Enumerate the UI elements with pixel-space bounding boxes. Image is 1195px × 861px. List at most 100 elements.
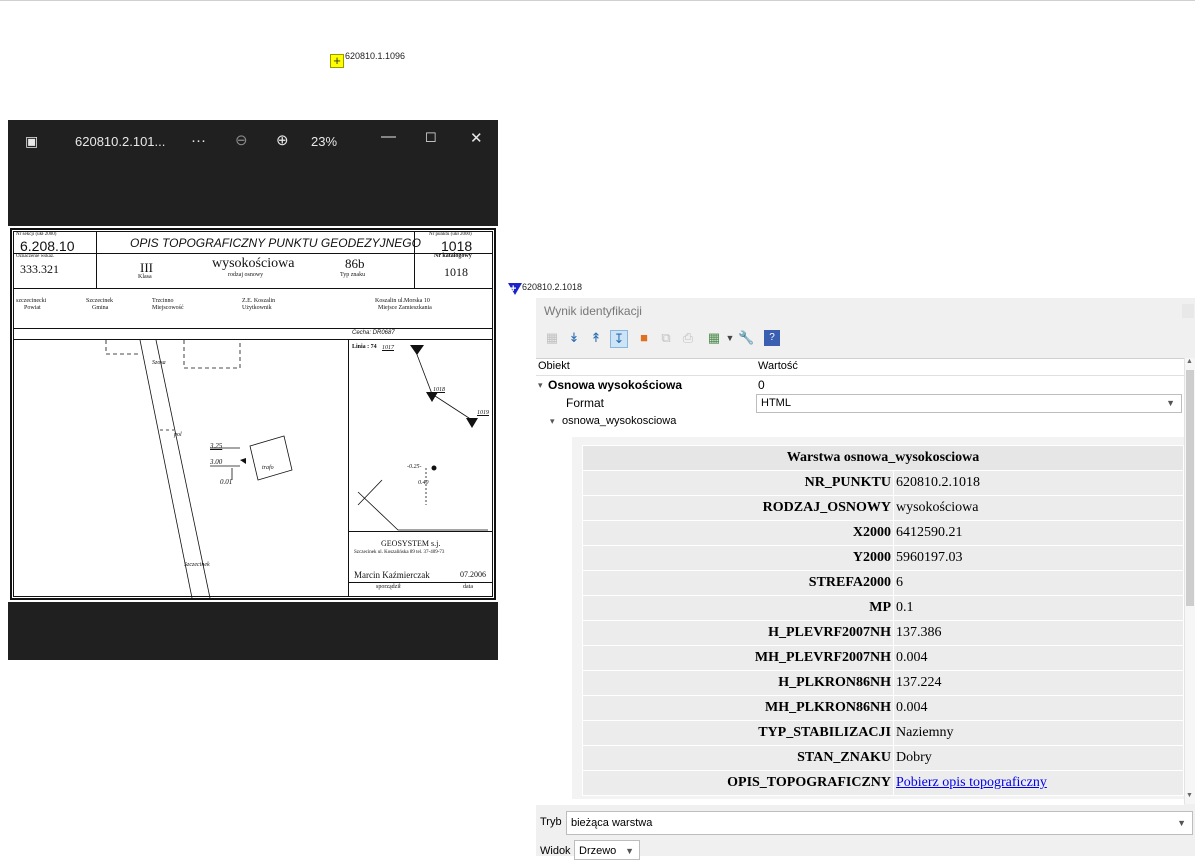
col-value-header[interactable]: Wartość xyxy=(758,360,798,372)
feature-row[interactable]: ▾ osnowa_wysokosciowa xyxy=(536,412,1184,431)
nr-katalog: 1018 xyxy=(444,265,468,279)
oznaczenie: 333.321 xyxy=(20,262,59,276)
attr-key: RODZAJ_OSNOWY xyxy=(582,495,894,521)
doc-line xyxy=(96,232,97,288)
map-point-label-1: 620810.1.1096 xyxy=(345,51,406,61)
table-row: MH_PLEVRF2007NH 0.004 xyxy=(582,645,1184,671)
identify-results-panel: Wynik identyfikacji ▦ ↡ ↟ ↧ ■ ⧉ ⎙ ▦ ▼ 🔧 … xyxy=(536,298,1195,860)
tree-header: Obiekt Wartość xyxy=(536,359,1184,376)
mode-select[interactable]: bieżąca warstwa ▼ xyxy=(566,811,1193,835)
sketch-dim1: 3.25 xyxy=(210,442,223,450)
zoom-level: 23% xyxy=(311,134,338,149)
feature-html-view: Warstwa osnowa_wysokosciowa NR_PUNKTU 620… xyxy=(572,437,1184,799)
chevron-down-icon: ▼ xyxy=(625,846,634,856)
chevron-down-icon: ▼ xyxy=(1166,398,1175,408)
attr-value: wysokościowa xyxy=(893,495,1184,521)
adres: Koszalin ul.Morska 10 xyxy=(375,298,430,304)
attr-key: H_PLKRON86NH xyxy=(582,670,894,696)
klasa-caption: Klasa xyxy=(138,274,152,280)
miejscowosc: Trzcinno xyxy=(152,298,174,304)
clear-results-icon[interactable]: ■ xyxy=(636,330,652,346)
scroll-down-icon[interactable]: ▼ xyxy=(1186,792,1193,799)
sketch-dim3: 0.01 xyxy=(220,478,233,486)
format-value: HTML xyxy=(761,397,791,409)
image-viewer-window: ▣ 620810.2.101... ··· ⊖ ⊕ 23% — ☐ ✕ Nr s… xyxy=(8,120,498,660)
table-row: NR_PUNKTU 620810.2.1018 xyxy=(582,470,1184,496)
attribute-table: Warstwa osnowa_wysokosciowa NR_PUNKTU 620… xyxy=(582,445,1184,796)
settings-wrench-icon[interactable]: 🔧 xyxy=(738,330,754,346)
attr-key: NR_PUNKTU xyxy=(582,470,894,496)
photos-app-icon: ▣ xyxy=(25,133,39,149)
gmina-caption: Gmina xyxy=(92,305,109,311)
view-value: Drzewo xyxy=(579,845,617,857)
doc-line xyxy=(14,253,492,254)
powiat: szczecinecki xyxy=(16,298,47,304)
more-options-button[interactable]: ··· xyxy=(191,132,206,149)
table-row: MP 0.1 xyxy=(582,595,1184,621)
map-point-label-2: 620810.2.1018 xyxy=(522,282,583,292)
maximize-icon[interactable]: ☐ xyxy=(425,130,437,146)
oznaczenie-caption: Oznaczenie wskaz. xyxy=(16,254,55,259)
sketch-p1: 1017 xyxy=(382,345,394,351)
format-row: Format HTML ▼ xyxy=(536,394,1184,413)
doc-line xyxy=(14,288,492,289)
attr-value: 6412590.21 xyxy=(893,520,1184,546)
attr-key: STAN_ZNAKU xyxy=(582,745,894,771)
chevron-down-icon[interactable]: ▾ xyxy=(550,412,555,431)
table-row: H_PLEVRF2007NH 137.386 xyxy=(582,620,1184,646)
results-scrollbar[interactable]: ▲ ▼ xyxy=(1184,358,1195,804)
print-icon[interactable]: ⎙ xyxy=(680,330,696,346)
download-topo-description-link[interactable]: Pobierz opis topograficzny xyxy=(896,775,1047,790)
zoom-in-icon[interactable]: ⊕ xyxy=(276,131,289,149)
mode-row: Tryb bieżąca warstwa ▼ xyxy=(536,810,1195,835)
scroll-up-icon[interactable]: ▲ xyxy=(1186,358,1193,365)
identify-mode-icon[interactable]: ▦ xyxy=(706,330,722,346)
zoom-out-icon[interactable]: ⊖ xyxy=(235,131,248,149)
doc-inner-frame: Nr sekcji (ukł 2000) 6.208.10 OPIS TOPOG… xyxy=(13,231,493,598)
attr-value: 620810.2.1018 xyxy=(893,470,1184,496)
help-icon[interactable]: ? xyxy=(764,330,780,346)
viewer-titlebar: ▣ 620810.2.101... ··· ⊖ ⊕ 23% — ☐ ✕ xyxy=(8,120,498,168)
mode-value: bieżąca warstwa xyxy=(571,817,653,829)
chevron-down-icon[interactable]: ▾ xyxy=(538,376,543,395)
nr-sekcji: 6.208.10 xyxy=(20,238,75,254)
attr-key: STREFA2000 xyxy=(582,570,894,596)
adres-caption: Miejsce Zamieszkania xyxy=(378,305,432,311)
typ-znaku: 86b xyxy=(345,256,365,271)
feature-name: osnowa_wysokosciowa xyxy=(562,415,677,427)
point-marker-yellow[interactable]: + xyxy=(330,54,344,68)
close-icon[interactable]: ✕ xyxy=(470,129,483,147)
expand-tree-icon[interactable]: ↡ xyxy=(566,330,582,346)
typ-caption: Typ znaku xyxy=(340,272,366,278)
copy-feature-icon[interactable]: ⧉ xyxy=(658,330,674,346)
layer-row[interactable]: ▾ Osnowa wysokościowa 0 xyxy=(536,376,1184,395)
attr-value: 137.386 xyxy=(893,620,1184,646)
sketch-dim2: 3.00 xyxy=(210,458,223,466)
collapse-tree-icon[interactable]: ↟ xyxy=(588,330,604,346)
table-row: OPIS_TOPOGRAFICZNY Pobierz opis topografi… xyxy=(582,770,1184,796)
attr-value: 5960197.03 xyxy=(893,545,1184,571)
scrollbar-thumb[interactable] xyxy=(1186,370,1194,606)
attr-value: Naziemny xyxy=(893,720,1184,746)
expand-new-results-icon[interactable]: ↧ xyxy=(610,330,628,348)
table-row: MH_PLKRON86NH 0.004 xyxy=(582,695,1184,721)
attr-key: Y2000 xyxy=(582,545,894,571)
attr-key: MH_PLKRON86NH xyxy=(582,695,894,721)
expand-icon[interactable]: ▦ xyxy=(544,330,560,346)
attr-value: 0.004 xyxy=(893,695,1184,721)
chevron-down-icon[interactable]: ▼ xyxy=(722,330,738,346)
table-row: RODZAJ_OSNOWY wysokościowa xyxy=(582,495,1184,521)
minimize-icon[interactable]: — xyxy=(381,128,396,145)
panel-close-icon[interactable] xyxy=(1182,304,1194,318)
rodzaj-caption: rodzaj osnowy xyxy=(228,272,264,278)
format-label: Format xyxy=(566,396,605,410)
view-select[interactable]: Drzewo ▼ xyxy=(574,840,640,860)
col-object-header[interactable]: Obiekt xyxy=(538,360,570,372)
identify-toolbar: ▦ ↡ ↟ ↧ ■ ⧉ ⎙ ▦ ▼ 🔧 ? xyxy=(536,326,1195,352)
powiat-caption: Powiat xyxy=(24,305,41,311)
format-select[interactable]: HTML ▼ xyxy=(756,394,1182,413)
table-row: STREFA2000 6 xyxy=(582,570,1184,596)
sketch-trafo: trafo xyxy=(262,465,274,471)
table-row: TYP_STABILIZACJI Naziemny xyxy=(582,720,1184,746)
map-top-border xyxy=(0,0,1195,1)
